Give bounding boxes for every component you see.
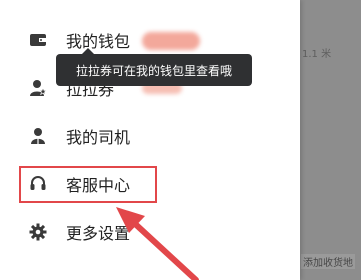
menu-item-label: 我的钱包 [66, 32, 131, 51]
wallet-tooltip: 拉拉券可在我的钱包里查看哦 [56, 48, 252, 86]
menu-item-driver[interactable]: 我的司机 [0, 116, 300, 156]
menu-item-settings[interactable]: 更多设置 [0, 212, 300, 252]
tooltip-text: 拉拉券可在我的钱包里查看哦 [75, 63, 232, 78]
menu-item-label: 更多设置 [66, 224, 131, 243]
wallet-icon [29, 31, 47, 49]
gear-icon [29, 223, 47, 241]
side-drawer: 我的钱包 拉拉券 我的司机 客服中心 更多设置 拉拉券可在我的钱包里查看哦 [0, 0, 300, 280]
address-text: 添加收货地 [301, 254, 355, 269]
highlight-box [19, 166, 157, 203]
user-star-icon [29, 79, 47, 97]
driver-icon [29, 127, 47, 145]
menu-item-label: 我的司机 [66, 128, 131, 147]
dimmed-background[interactable]: 1.1 米 添加收货地 [300, 0, 361, 280]
distance-text: 1.1 米 [302, 49, 332, 60]
